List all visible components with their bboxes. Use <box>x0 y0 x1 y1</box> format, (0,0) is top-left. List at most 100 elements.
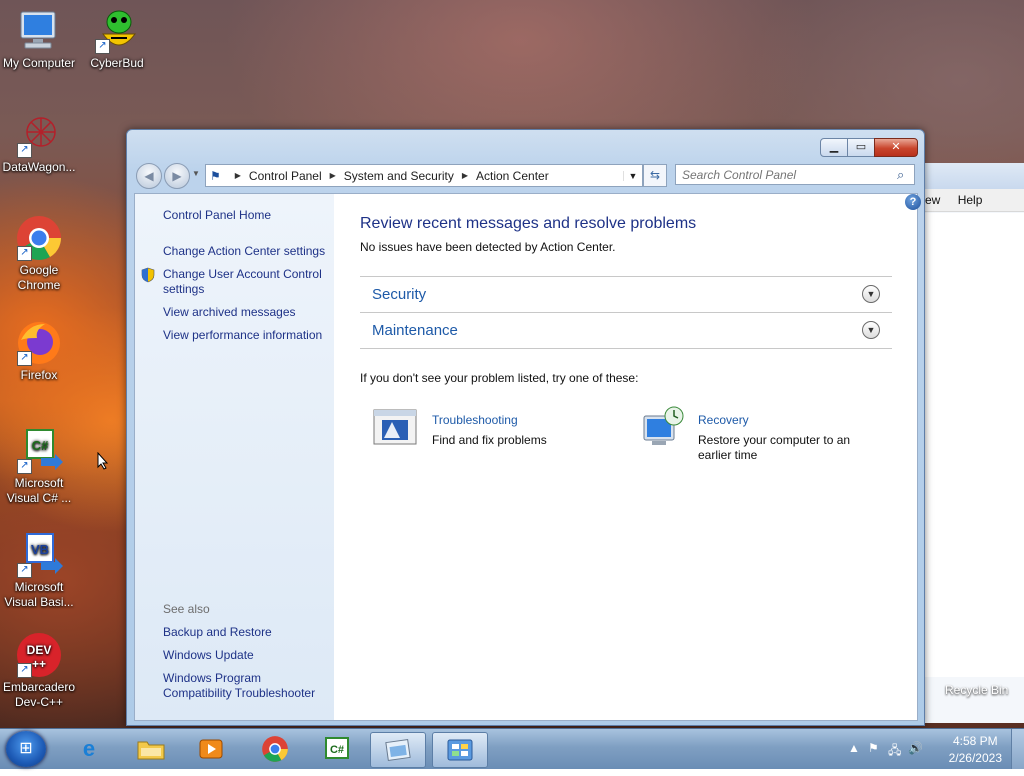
security-section-label: Security <box>372 286 427 303</box>
window-controls: ▁ ▭ ✕ <box>820 138 918 157</box>
windows-logo-icon: ⊞ <box>19 740 33 757</box>
shortcut-arrow-icon: ↗ <box>17 459 32 474</box>
change-action-center-settings-link[interactable]: Change Action Center settings <box>163 244 333 259</box>
volume-icon[interactable]: 🔊 <box>908 741 923 755</box>
forward-button[interactable]: ▶ <box>164 163 190 189</box>
shortcut-arrow-icon: ↗ <box>17 246 32 261</box>
address-dropdown-icon[interactable]: ▼ <box>623 170 642 181</box>
background-window-body <box>923 213 1024 677</box>
recent-pages-dropdown-icon[interactable]: ▼ <box>192 169 200 178</box>
security-section-header[interactable]: Security ▼ <box>360 276 892 312</box>
internet-explorer-icon: e <box>82 736 96 761</box>
desktop-icon-cyberbud[interactable]: ↗ CyberBud <box>79 8 155 71</box>
windows-update-link[interactable]: Windows Update <box>163 648 333 663</box>
close-button[interactable]: ✕ <box>874 138 918 157</box>
taskbar-internet-explorer[interactable]: e <box>62 732 116 766</box>
control-panel-home-link[interactable]: Control Panel Home <box>163 208 333 223</box>
status-message: No issues have been detected by Action C… <box>360 240 616 254</box>
datawagon-icon: ↗ <box>15 112 63 158</box>
shortcut-arrow-icon: ↗ <box>17 143 32 158</box>
svg-text:++: ++ <box>32 657 46 671</box>
troubleshooting-icon[interactable] <box>372 406 418 448</box>
address-bar[interactable]: ⚑ ▶ Control Panel ▶ System and Security … <box>205 164 643 187</box>
background-window-titlebar[interactable] <box>923 163 1024 189</box>
search-icon[interactable]: ⌕ <box>897 167 904 183</box>
breadcrumb-control-panel[interactable]: Control Panel <box>249 169 322 183</box>
desktop-icon-dev-cpp[interactable]: DEV ++ ↗ Embarcadero Dev-C++ <box>1 632 77 710</box>
action-center-window[interactable]: ▁ ▭ ✕ ◀ ▶ ▼ ⚑ ▶ Control Panel ▶ System a… <box>126 129 925 726</box>
folder-icon <box>137 741 165 760</box>
maintenance-section-header[interactable]: Maintenance ▼ <box>360 312 892 348</box>
action-center-flag-icon[interactable]: ⚑ <box>868 741 879 755</box>
desktop-icon-visual-csharp[interactable]: C# ↗ Microsoft Visual C# ... <box>1 428 77 506</box>
troubleshooting-description: Find and fix problems <box>432 433 547 447</box>
menu-view[interactable]: ew <box>925 193 940 207</box>
change-uac-settings-link[interactable]: Change User Account Control settings <box>163 267 333 297</box>
desktop: My Computer ↗ CyberBud ↗ DataWagon... ↗ … <box>0 0 1024 728</box>
taskbar-media-player[interactable] <box>184 732 238 766</box>
shortcut-arrow-icon: ↗ <box>17 351 32 366</box>
menu-help[interactable]: Help <box>958 193 983 207</box>
desktop-icon-visual-basic[interactable]: VB ↗ Microsoft Visual Basi... <box>1 532 77 610</box>
desktop-icon-recycle-bin-label[interactable]: Recycle Bin <box>945 683 1008 697</box>
recovery-icon[interactable] <box>638 406 684 448</box>
backup-and-restore-link[interactable]: Backup and Restore <box>163 625 333 640</box>
breadcrumb-action-center[interactable]: Action Center <box>476 169 549 183</box>
minimize-button[interactable]: ▁ <box>820 138 848 157</box>
see-also-heading: See also <box>163 602 210 616</box>
svg-text:C#: C# <box>32 438 49 453</box>
troubleshooting-link[interactable]: Troubleshooting <box>432 413 518 427</box>
refresh-button[interactable]: ⇆ <box>643 164 667 187</box>
desktop-icon-datawagon[interactable]: ↗ DataWagon... <box>1 112 77 175</box>
breadcrumb-system-and-security[interactable]: System and Security <box>344 169 454 183</box>
show-desktop-button[interactable] <box>1011 729 1024 769</box>
media-player-icon <box>199 739 223 759</box>
firefox-icon: ↗ <box>15 320 63 366</box>
content-area: Control Panel Home Change Action Center … <box>134 193 921 721</box>
clock[interactable]: 4:58 PM 2/26/2023 <box>949 733 1002 767</box>
maximize-button[interactable]: ▭ <box>847 138 875 157</box>
chevron-down-icon[interactable]: ▼ <box>862 321 880 339</box>
network-icon[interactable]: 🖧 <box>888 741 901 762</box>
svg-text:C#: C# <box>330 744 344 756</box>
system-tray: ▲ ⚑ 🖧 🔊 4:58 PM 2/26/2023 <box>834 729 1024 769</box>
breadcrumb-separator-icon[interactable]: ▶ <box>462 171 468 180</box>
uac-shield-icon <box>141 267 155 283</box>
shortcut-arrow-icon: ↗ <box>17 563 32 578</box>
start-button[interactable]: ⊞ <box>6 731 46 767</box>
desktop-icon-my-computer[interactable]: My Computer <box>1 8 77 71</box>
taskbar-control-panel[interactable] <box>432 732 488 768</box>
svg-text:VB: VB <box>31 542 49 557</box>
background-window[interactable]: ew Help <box>922 163 1024 723</box>
taskbar-window-app[interactable] <box>370 732 426 768</box>
taskbar-google-chrome[interactable] <box>248 732 302 766</box>
chevron-down-icon[interactable]: ▼ <box>862 285 880 303</box>
desktop-icon-google-chrome[interactable]: ↗ Google Chrome <box>1 215 77 293</box>
compatibility-troubleshooter-link[interactable]: Windows Program Compatibility Troublesho… <box>163 671 328 701</box>
search-input[interactable] <box>675 164 915 185</box>
shortcut-arrow-icon: ↗ <box>17 663 32 678</box>
view-archived-messages-link[interactable]: View archived messages <box>163 305 333 320</box>
breadcrumb-separator-icon[interactable]: ▶ <box>330 171 336 180</box>
dev-cpp-icon: DEV ++ ↗ <box>15 632 63 678</box>
hint-text: If you don't see your problem listed, tr… <box>360 371 639 385</box>
taskbar-visual-csharp[interactable]: C# <box>310 732 364 766</box>
breadcrumb-separator-icon[interactable]: ▶ <box>235 171 241 180</box>
visual-csharp-icon: C# ↗ <box>15 428 63 474</box>
back-button[interactable]: ◀ <box>136 163 162 189</box>
show-hidden-icons-icon[interactable]: ▲ <box>848 741 860 755</box>
desktop-icon-firefox[interactable]: ↗ Firefox <box>1 320 77 383</box>
help-icon[interactable]: ? <box>905 194 921 210</box>
chrome-icon: ↗ <box>15 215 63 261</box>
view-performance-information-link[interactable]: View performance information <box>163 328 333 343</box>
left-task-pane: Control Panel Home Change Action Center … <box>135 194 334 720</box>
main-pane: ? Review recent messages and resolve pro… <box>334 194 921 720</box>
taskbar: ⊞ e C# ▲ ⚑ 🖧 🔊 4:58 PM 2/26/2023 <box>0 728 1024 769</box>
computer-icon <box>15 8 63 54</box>
window-app-icon <box>385 738 411 762</box>
background-window-menubar: ew Help <box>923 189 1024 212</box>
clock-date: 2/26/2023 <box>948 751 1002 765</box>
recovery-link[interactable]: Recovery <box>698 413 749 427</box>
taskbar-file-explorer[interactable] <box>124 732 178 766</box>
shortcut-arrow-icon: ↗ <box>95 39 110 54</box>
